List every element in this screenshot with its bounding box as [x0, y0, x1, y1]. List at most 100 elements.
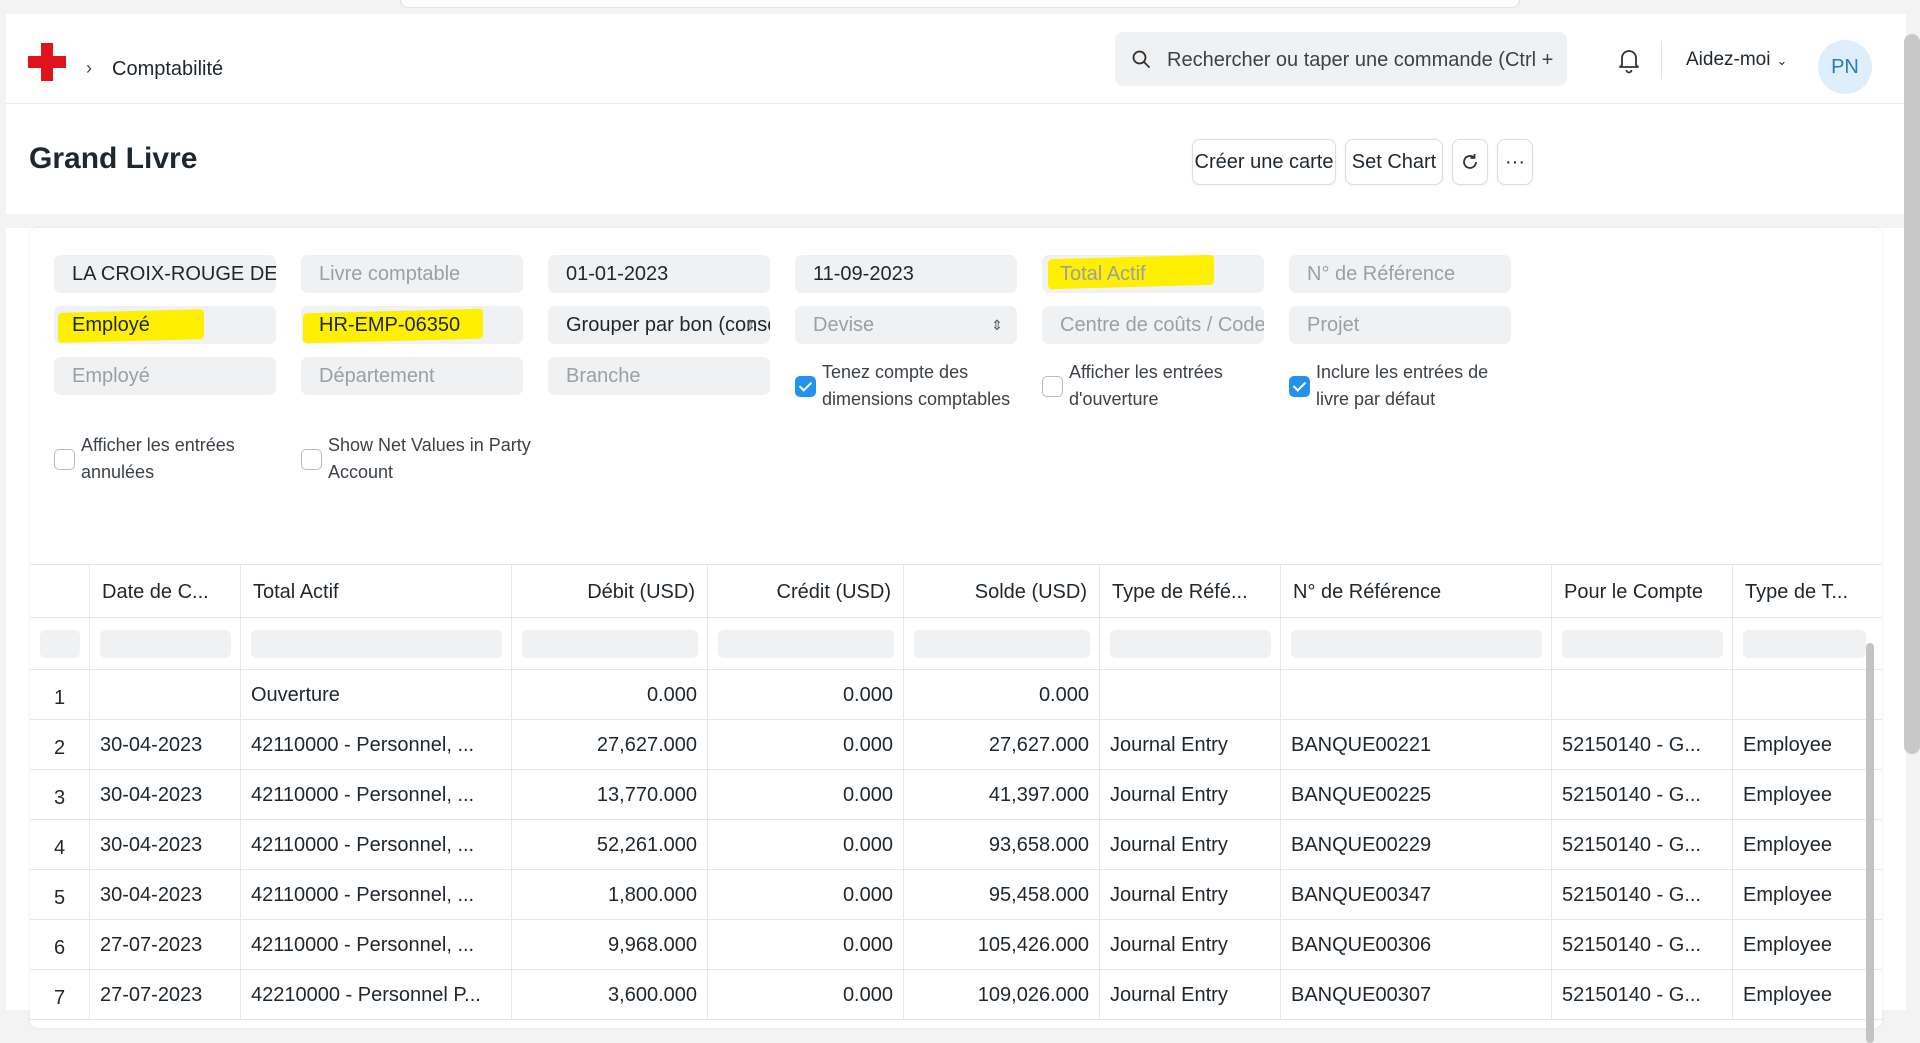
- table-row[interactable]: 5 30-04-2023 42110000 - Personnel, ... 1,80…: [30, 870, 1882, 920]
- cell-balance[interactable]: 105,426.000: [904, 920, 1100, 970]
- party-type-filter-input[interactable]: [1743, 630, 1866, 658]
- company-field[interactable]: LA CROIX-ROUGE DE LA RDC: [54, 255, 276, 293]
- table-row[interactable]: 1 Ouverture 0.000 0.000 0.000: [30, 670, 1882, 720]
- cell-balance[interactable]: 27,627.000: [904, 720, 1100, 770]
- row-number[interactable]: 4: [30, 820, 90, 870]
- cell-against[interactable]: [1552, 670, 1733, 720]
- cell-balance[interactable]: 0.000: [904, 670, 1100, 720]
- cell-credit[interactable]: 0.000: [708, 970, 904, 1020]
- table-row[interactable]: 6 27-07-2023 42110000 - Personnel, ... 9,96…: [30, 920, 1882, 970]
- cell-party-type[interactable]: Employee: [1733, 970, 1866, 1020]
- column-header-credit[interactable]: Crédit (USD): [708, 565, 904, 619]
- breadcrumb[interactable]: Comptabilité: [112, 58, 223, 81]
- department-field[interactable]: Département: [301, 357, 523, 395]
- cell-account[interactable]: 42110000 - Personnel, ...: [241, 920, 512, 970]
- employee-field[interactable]: Employé: [54, 357, 276, 395]
- cell-party-type[interactable]: Employee: [1733, 920, 1866, 970]
- column-header-balance[interactable]: Solde (USD): [904, 565, 1100, 619]
- cell-debit[interactable]: 52,261.000: [512, 820, 708, 870]
- cell-date[interactable]: 30-04-2023: [90, 820, 241, 870]
- more-options-button[interactable]: ···: [1497, 139, 1533, 185]
- cell-ref-type[interactable]: Journal Entry: [1100, 770, 1281, 820]
- date-filter-input[interactable]: [100, 630, 231, 658]
- cell-party-type[interactable]: Employee: [1733, 820, 1866, 870]
- cell-balance[interactable]: 95,458.000: [904, 870, 1100, 920]
- cell-party-type[interactable]: Employee: [1733, 770, 1866, 820]
- cell-debit[interactable]: 27,627.000: [512, 720, 708, 770]
- cell-debit[interactable]: 0.000: [512, 670, 708, 720]
- ledger-field[interactable]: Livre comptable: [301, 255, 523, 293]
- party-type-field[interactable]: Employé: [54, 306, 276, 344]
- column-header-party-type[interactable]: Type de T...: [1733, 565, 1866, 619]
- cell-credit[interactable]: 0.000: [708, 720, 904, 770]
- bell-icon[interactable]: [1616, 46, 1642, 74]
- avatar[interactable]: PN: [1818, 40, 1872, 94]
- cost-center-field[interactable]: Centre de coûts / Code Bailleur: [1042, 306, 1264, 344]
- cell-account[interactable]: 42110000 - Personnel, ...: [241, 820, 512, 870]
- cell-credit[interactable]: 0.000: [708, 770, 904, 820]
- cell-against[interactable]: 52150140 - G...: [1552, 720, 1733, 770]
- cell-against[interactable]: 52150140 - G...: [1552, 920, 1733, 970]
- account-filter-input[interactable]: [251, 630, 502, 658]
- cell-ref-no[interactable]: BANQUE00221: [1281, 720, 1552, 770]
- cell-credit[interactable]: 0.000: [708, 870, 904, 920]
- create-card-button[interactable]: Créer une carte: [1192, 139, 1336, 185]
- row-number[interactable]: 3: [30, 770, 90, 820]
- cell-ref-no[interactable]: BANQUE00307: [1281, 970, 1552, 1020]
- credit-filter-input[interactable]: [718, 630, 894, 658]
- cell-ref-type[interactable]: Journal Entry: [1100, 920, 1281, 970]
- balance-filter-input[interactable]: [914, 630, 1090, 658]
- cell-against[interactable]: 52150140 - G...: [1552, 970, 1733, 1020]
- from-date-field[interactable]: 01-01-2023: [548, 255, 770, 293]
- column-header-ref-type[interactable]: Type de Réfé...: [1100, 565, 1281, 619]
- row-filter-input[interactable]: [40, 630, 80, 658]
- row-number[interactable]: 6: [30, 920, 90, 970]
- reference-field[interactable]: N° de Référence: [1289, 255, 1511, 293]
- cell-date[interactable]: 27-07-2023: [90, 920, 241, 970]
- cell-party-type[interactable]: Employee: [1733, 720, 1866, 770]
- default-book-checkbox[interactable]: [1289, 376, 1310, 397]
- cell-date[interactable]: 30-04-2023: [90, 720, 241, 770]
- cell-balance[interactable]: 93,658.000: [904, 820, 1100, 870]
- cell-debit[interactable]: 3,600.000: [512, 970, 708, 1020]
- cell-debit[interactable]: 13,770.000: [512, 770, 708, 820]
- cell-account[interactable]: 42110000 - Personnel, ...: [241, 720, 512, 770]
- cell-date[interactable]: [90, 670, 241, 720]
- cell-ref-type[interactable]: Journal Entry: [1100, 870, 1281, 920]
- cell-date[interactable]: 30-04-2023: [90, 770, 241, 820]
- help-dropdown[interactable]: Aidez-moi ⌄: [1686, 49, 1787, 71]
- cancelled-entries-checkbox[interactable]: [54, 449, 75, 470]
- cell-ref-type[interactable]: Journal Entry: [1100, 720, 1281, 770]
- column-header-debit[interactable]: Débit (USD): [512, 565, 708, 619]
- cell-ref-no[interactable]: [1281, 670, 1552, 720]
- cell-ref-no[interactable]: BANQUE00229: [1281, 820, 1552, 870]
- column-header-date[interactable]: Date de C...: [90, 565, 241, 619]
- column-header-against[interactable]: Pour le Compte: [1552, 565, 1733, 619]
- row-number[interactable]: 1: [30, 670, 90, 720]
- cell-debit[interactable]: 9,968.000: [512, 920, 708, 970]
- cell-ref-type[interactable]: Journal Entry: [1100, 820, 1281, 870]
- cell-party-type[interactable]: [1733, 670, 1866, 720]
- group-by-select[interactable]: Grouper par bon (consolidé) ⇕: [548, 306, 770, 344]
- cell-ref-type[interactable]: Journal Entry: [1100, 970, 1281, 1020]
- cell-balance[interactable]: 109,026.000: [904, 970, 1100, 1020]
- cell-against[interactable]: 52150140 - G...: [1552, 870, 1733, 920]
- table-row[interactable]: 7 27-07-2023 42210000 - Personnel P... 3,60…: [30, 970, 1882, 1020]
- cell-party-type[interactable]: Employee: [1733, 870, 1866, 920]
- currency-select[interactable]: Devise ⇕: [795, 306, 1017, 344]
- set-chart-button[interactable]: Set Chart: [1345, 139, 1443, 185]
- opening-entries-checkbox[interactable]: [1042, 376, 1063, 397]
- party-field[interactable]: HR-EMP-06350: [301, 306, 523, 344]
- cell-account[interactable]: Ouverture: [241, 670, 512, 720]
- column-header-ref-no[interactable]: N° de Référence: [1281, 565, 1552, 619]
- cell-date[interactable]: 30-04-2023: [90, 870, 241, 920]
- red-cross-logo[interactable]: [28, 43, 66, 81]
- cell-date[interactable]: 27-07-2023: [90, 970, 241, 1020]
- cell-ref-type[interactable]: [1100, 670, 1281, 720]
- cell-against[interactable]: 52150140 - G...: [1552, 820, 1733, 870]
- cell-debit[interactable]: 1,800.000: [512, 870, 708, 920]
- cell-account[interactable]: 42110000 - Personnel, ...: [241, 770, 512, 820]
- cell-account[interactable]: 42210000 - Personnel P...: [241, 970, 512, 1020]
- table-row[interactable]: 2 30-04-2023 42110000 - Personnel, ... 27,6…: [30, 720, 1882, 770]
- project-field[interactable]: Projet: [1289, 306, 1511, 344]
